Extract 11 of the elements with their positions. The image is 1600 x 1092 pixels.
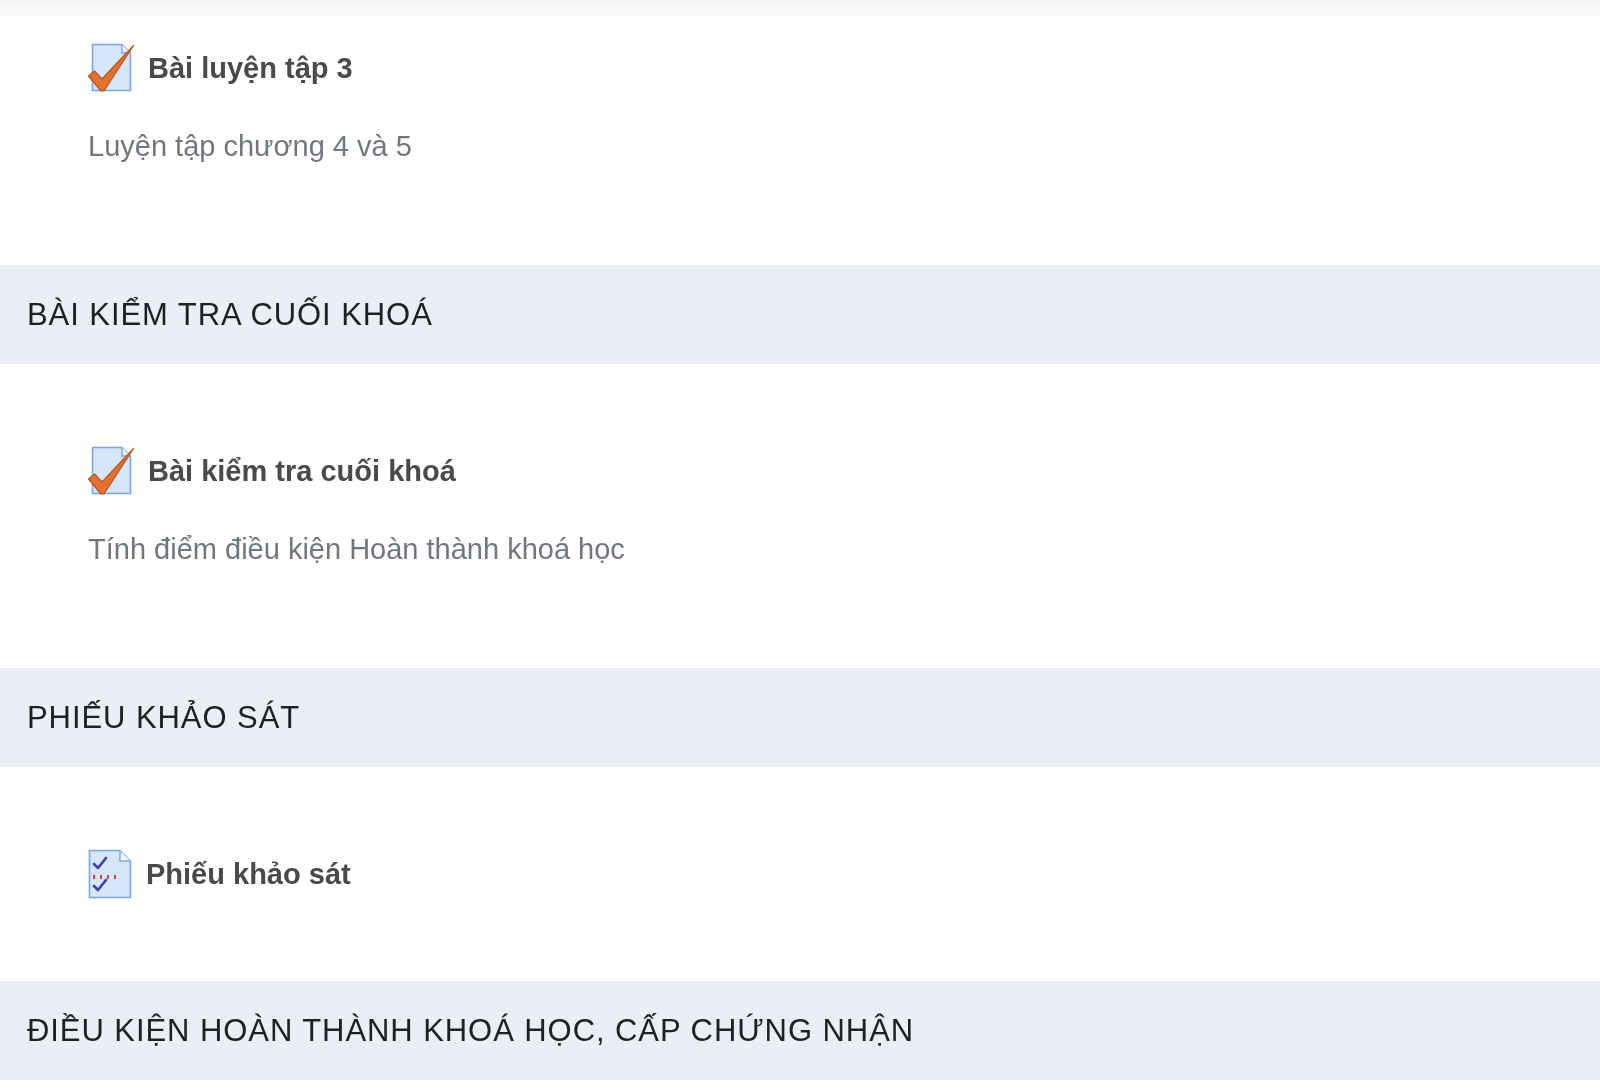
- quiz-checklist-icon: [88, 446, 134, 496]
- activity-link[interactable]: Bài kiểm tra cuối khoá: [148, 451, 456, 491]
- activity-link[interactable]: Bài luyện tập 3: [148, 48, 353, 88]
- quiz-checklist-icon: [88, 43, 134, 93]
- activity-description: Tính điểm điều kiện Hoàn thành khoá học: [88, 532, 625, 567]
- section-heading: ĐIỀU KIỆN HOÀN THÀNH KHOÁ HỌC, CẤP CHỨNG NHẬN: [27, 1011, 915, 1050]
- section-heading: PHIẾU KHẢO SÁT: [27, 698, 301, 737]
- survey-checklist-icon: [88, 849, 132, 899]
- section-heading: BÀI KIỂM TRA CUỐI KHOÁ: [27, 295, 433, 334]
- activity-link[interactable]: Phiếu khảo sát: [146, 854, 351, 894]
- activity-description: Luyện tập chương 4 và 5: [88, 129, 412, 164]
